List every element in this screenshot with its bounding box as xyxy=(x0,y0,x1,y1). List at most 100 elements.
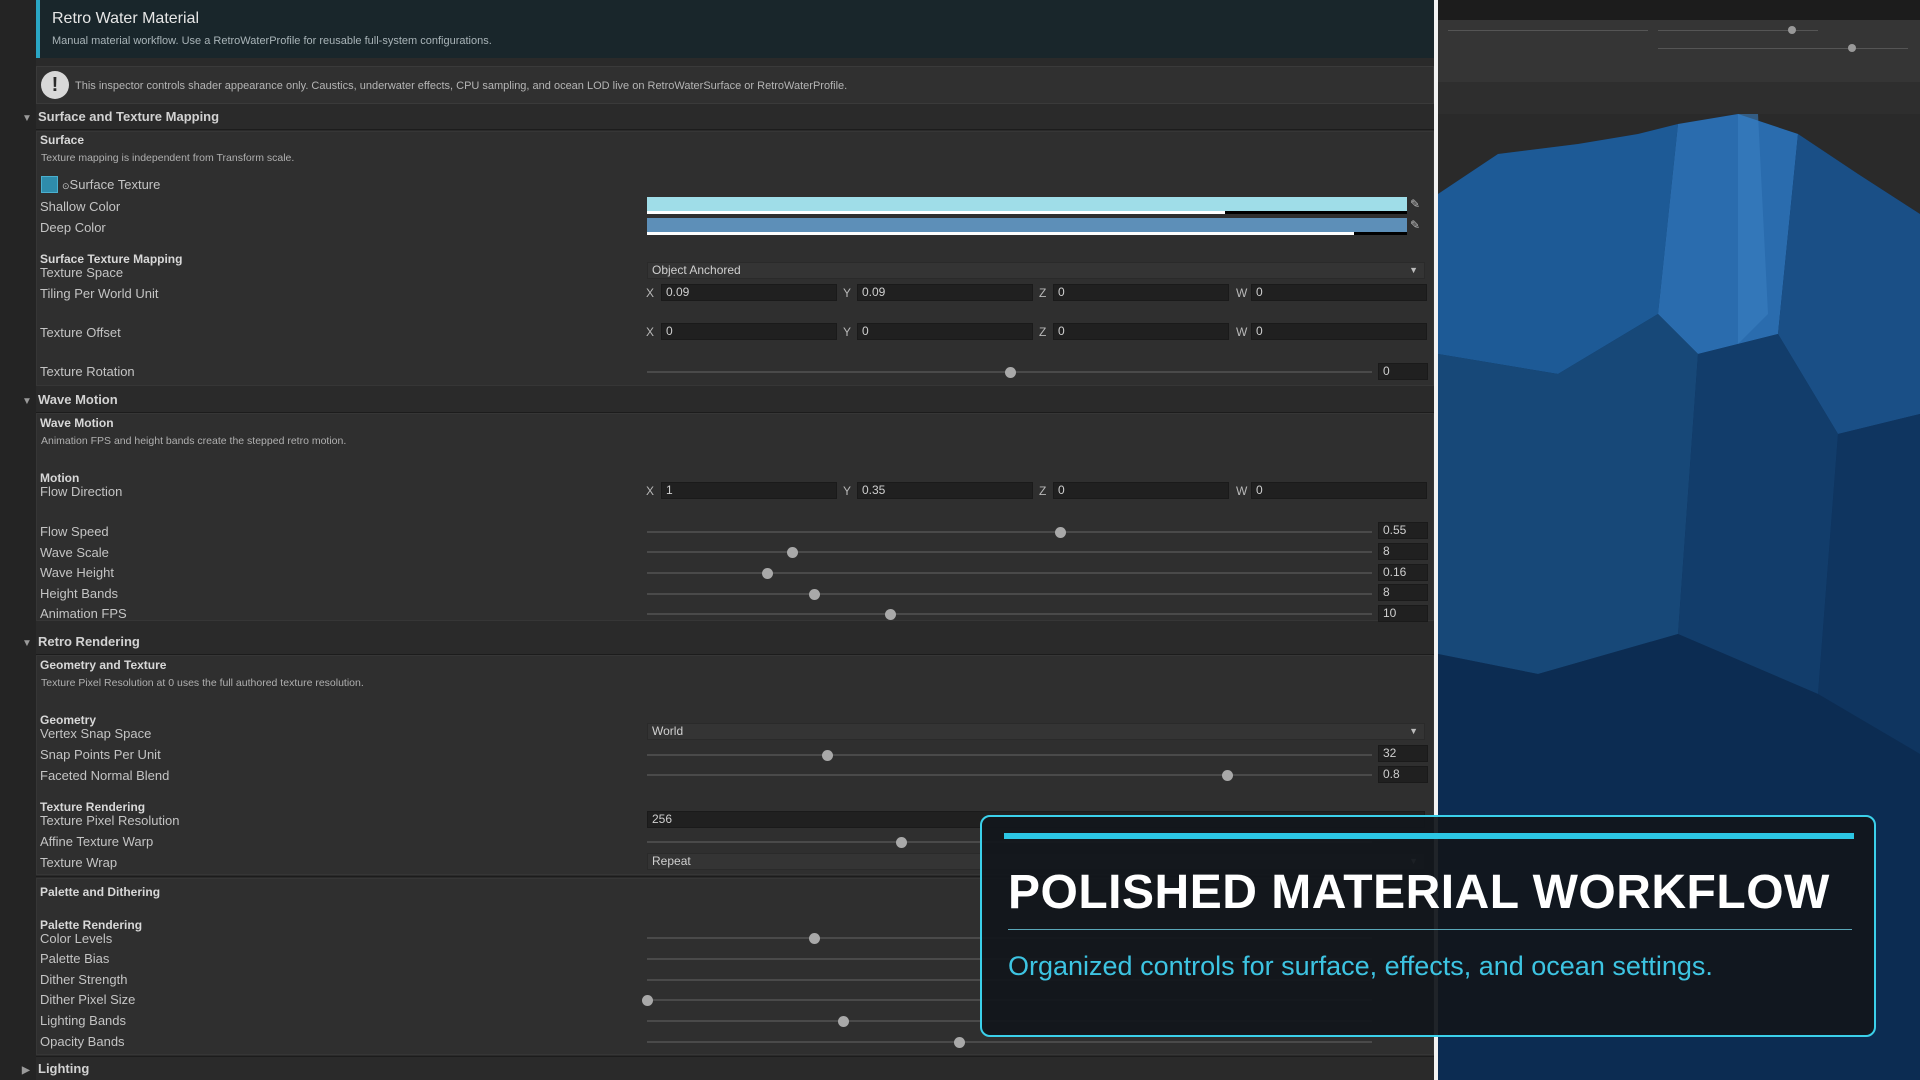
offset-w-field[interactable]: 0 xyxy=(1251,323,1427,340)
mini-slider-knob[interactable] xyxy=(1848,44,1856,52)
foldout-expanded-icon: ▼ xyxy=(22,113,32,124)
eyedropper-icon[interactable]: ✎ xyxy=(1410,218,1420,232)
axis-y-label: Y xyxy=(843,484,852,498)
animation-fps-label: Animation FPS xyxy=(40,606,127,621)
dither-strength-label: Dither Strength xyxy=(40,972,128,987)
color-levels-label: Color Levels xyxy=(40,931,113,946)
flow-x-field[interactable]: 1 xyxy=(661,482,837,499)
callout-headline: POLISHED MATERIAL WORKFLOW xyxy=(1008,866,1830,919)
faceted-blend-value[interactable]: 0.8 xyxy=(1378,766,1428,783)
slider-knob[interactable] xyxy=(953,1037,965,1048)
slider-knob[interactable] xyxy=(1004,367,1016,378)
slider-knob[interactable] xyxy=(884,609,896,620)
flow-speed-value[interactable]: 0.55 xyxy=(1378,522,1428,539)
animation-fps-value[interactable]: 10 xyxy=(1378,605,1428,622)
slider-knob[interactable] xyxy=(808,933,820,944)
divider xyxy=(36,1056,1434,1057)
snap-points-slider[interactable] xyxy=(647,750,1372,761)
deep-color-label: Deep Color xyxy=(40,220,106,235)
flow-z-field[interactable]: 0 xyxy=(1053,482,1229,499)
texture-wrap-label: Texture Wrap xyxy=(40,855,118,870)
section-title: Surface and Texture Mapping xyxy=(38,109,220,124)
slider-knob[interactable] xyxy=(787,547,798,558)
flow-speed-slider[interactable] xyxy=(647,527,1372,538)
motion-group-title: Motion xyxy=(40,471,80,485)
offset-y-field[interactable]: 0 xyxy=(857,323,1033,340)
flow-speed-label: Flow Speed xyxy=(40,524,109,539)
surface-box-note: Texture mapping is independent from Tran… xyxy=(41,152,295,164)
callout-tagline: Organized controls for surface, effects,… xyxy=(1008,951,1713,981)
object-picker-icon: ⊙ xyxy=(62,181,70,191)
geometry-box-title: Geometry and Texture xyxy=(40,658,167,672)
water-facet xyxy=(1658,114,1798,354)
surface-texture-label[interactable]: ⊙Surface Texture xyxy=(62,177,160,192)
section-header-wave[interactable]: ▼ Wave Motion xyxy=(22,392,118,412)
palette-box-title: Palette and Dithering xyxy=(40,885,161,899)
mini-slider-track xyxy=(1448,30,1648,31)
axis-x-label: X xyxy=(646,484,655,498)
rotation-label: Texture Rotation xyxy=(40,364,135,379)
axis-x-label: X xyxy=(646,286,655,300)
tiling-w-field[interactable]: 0 xyxy=(1251,284,1427,301)
axis-y-label: Y xyxy=(843,325,852,339)
material-header: Retro Water Material Manual material wor… xyxy=(36,0,1436,58)
slider-knob[interactable] xyxy=(837,1016,849,1027)
slider-knob[interactable] xyxy=(895,837,907,848)
texture-slot-icon[interactable] xyxy=(41,176,58,193)
axis-w-label: W xyxy=(1236,325,1248,339)
rotation-value[interactable]: 0 xyxy=(1378,363,1428,380)
animation-fps-slider[interactable] xyxy=(647,609,1372,620)
faceted-blend-label: Faceted Normal Blend xyxy=(40,768,170,783)
shallow-alpha-rest xyxy=(1225,211,1407,214)
dither-size-label: Dither Pixel Size xyxy=(40,992,136,1007)
wave-height-value[interactable]: 0.16 xyxy=(1378,564,1428,581)
rotation-slider[interactable] xyxy=(647,367,1372,378)
wave-height-label: Wave Height xyxy=(40,565,114,580)
vertex-snap-dropdown[interactable]: World ▼ xyxy=(647,723,1425,740)
snap-points-value[interactable]: 32 xyxy=(1378,745,1428,762)
slider-knob[interactable] xyxy=(1222,770,1233,781)
section-header-retro[interactable]: ▼ Retro Rendering xyxy=(22,634,140,654)
axis-w-label: W xyxy=(1236,484,1248,498)
tiling-x-field[interactable]: 0.09 xyxy=(661,284,837,301)
section-header-surface[interactable]: ▼ Surface and Texture Mapping xyxy=(22,109,219,129)
mini-slider-knob[interactable] xyxy=(1788,26,1796,34)
lighting-bands-label: Lighting Bands xyxy=(40,1013,127,1028)
slider-knob[interactable] xyxy=(808,589,820,600)
wave-height-slider[interactable] xyxy=(647,568,1372,579)
palette-bias-label: Palette Bias xyxy=(40,951,110,966)
slider-knob[interactable] xyxy=(761,568,773,579)
material-title: Retro Water Material xyxy=(52,10,199,27)
faceted-blend-slider[interactable] xyxy=(647,770,1372,781)
offset-z-field[interactable]: 0 xyxy=(1053,323,1229,340)
flow-w-field[interactable]: 0 xyxy=(1251,482,1427,499)
height-bands-slider[interactable] xyxy=(647,589,1372,600)
eyedropper-icon[interactable]: ✎ xyxy=(1410,197,1420,211)
flow-y-field[interactable]: 0.35 xyxy=(857,482,1033,499)
divider xyxy=(36,129,1434,130)
axis-z-label: Z xyxy=(1039,484,1047,498)
tiling-y-field[interactable]: 0.09 xyxy=(857,284,1033,301)
warning-icon: ! xyxy=(41,71,69,99)
texture-space-dropdown[interactable]: Object Anchored ▼ xyxy=(647,262,1425,279)
offset-x-field[interactable]: 0 xyxy=(661,323,837,340)
shallow-color-field[interactable] xyxy=(647,197,1407,211)
wave-scale-label: Wave Scale xyxy=(40,545,109,560)
shallow-alpha-bar xyxy=(647,211,1225,214)
height-bands-value[interactable]: 8 xyxy=(1378,584,1428,601)
axis-y-label: Y xyxy=(843,286,852,300)
axis-x-label: X xyxy=(646,325,655,339)
callout-accent-bar xyxy=(1004,833,1854,839)
wave-scale-slider[interactable] xyxy=(647,547,1372,558)
vertex-snap-label: Vertex Snap Space xyxy=(40,726,152,741)
section-title: Retro Rendering xyxy=(38,634,140,649)
slider-knob[interactable] xyxy=(642,995,653,1006)
deep-color-field[interactable] xyxy=(647,218,1407,232)
slider-knob[interactable] xyxy=(821,750,833,761)
opacity-bands-slider[interactable] xyxy=(647,1037,1372,1048)
foldout-expanded-icon: ▼ xyxy=(22,396,32,407)
surface-texture-text: Surface Texture xyxy=(69,177,161,192)
tiling-z-field[interactable]: 0 xyxy=(1053,284,1229,301)
section-header-lighting[interactable]: ▶ Lighting xyxy=(22,1061,89,1080)
wave-scale-value[interactable]: 8 xyxy=(1378,543,1428,560)
